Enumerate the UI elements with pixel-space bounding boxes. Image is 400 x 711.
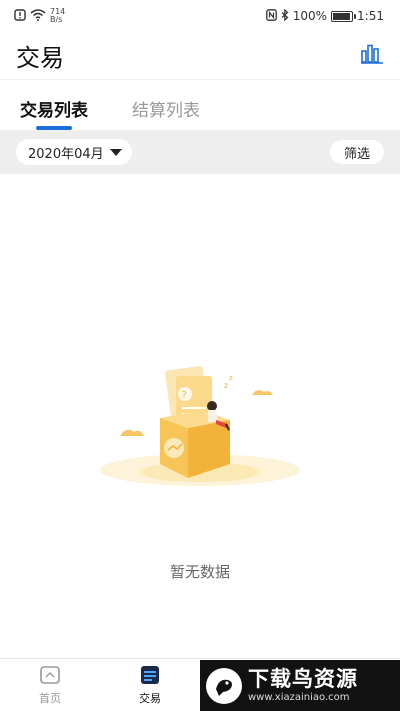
wifi-icon (30, 8, 46, 24)
nfc-icon (265, 8, 277, 24)
nav-item-transaction[interactable]: 交易 (100, 659, 200, 711)
net-speed-unit: B/s (50, 15, 63, 24)
month-selector-value: 2020年04月 (28, 146, 104, 162)
bird-logo-icon (206, 667, 242, 704)
caret-down-icon (109, 148, 122, 156)
status-left: 714 B/s (14, 8, 65, 24)
status-right: 100% 1:51 (265, 8, 384, 24)
battery-fill (333, 12, 351, 20)
alert-icon (14, 8, 26, 24)
net-speed: 714 B/s (50, 8, 65, 24)
watermark-texts: 下载鸟资源 www.xiazainiao.com (248, 667, 358, 703)
svg-text:z: z (224, 381, 228, 390)
tab-settlement-list[interactable]: 结算列表 (132, 80, 200, 130)
tab-bar: 交易列表 结算列表 (0, 80, 400, 130)
watermark-title: 下载鸟资源 (248, 667, 358, 692)
nav-item-transaction-label: 交易 (139, 692, 161, 705)
statistics-button[interactable] (360, 44, 384, 68)
bar-chart-icon (361, 44, 383, 68)
watermark-banner: 下载鸟资源 www.xiazainiao.com (200, 660, 400, 711)
nav-item-home-label: 首页 (39, 692, 61, 705)
bluetooth-icon (281, 8, 289, 24)
home-icon (39, 665, 61, 688)
battery-icon (331, 10, 357, 22)
empty-state-illustration: ? z z (90, 360, 310, 490)
month-selector[interactable]: 2020年04月 (16, 139, 132, 165)
tab-transaction-list[interactable]: 交易列表 (20, 80, 88, 130)
transaction-icon (139, 665, 161, 688)
svg-text:?: ? (182, 390, 187, 401)
app-header: 交易 (0, 32, 400, 80)
empty-state-text: 暂无数据 (169, 563, 230, 581)
battery-percent: 100% (292, 9, 328, 23)
filter-bar: 2020年04月 筛选 (0, 130, 400, 174)
status-bar: 714 B/s 100% 1:51 (0, 0, 400, 32)
page-title: 交易 (16, 44, 64, 72)
filter-button[interactable]: 筛选 (329, 140, 384, 164)
clock: 1:51 (357, 9, 384, 23)
watermark-url: www.xiazainiao.com (248, 691, 350, 703)
nav-item-home[interactable]: 首页 (0, 659, 100, 711)
svg-text:z: z (229, 374, 233, 382)
